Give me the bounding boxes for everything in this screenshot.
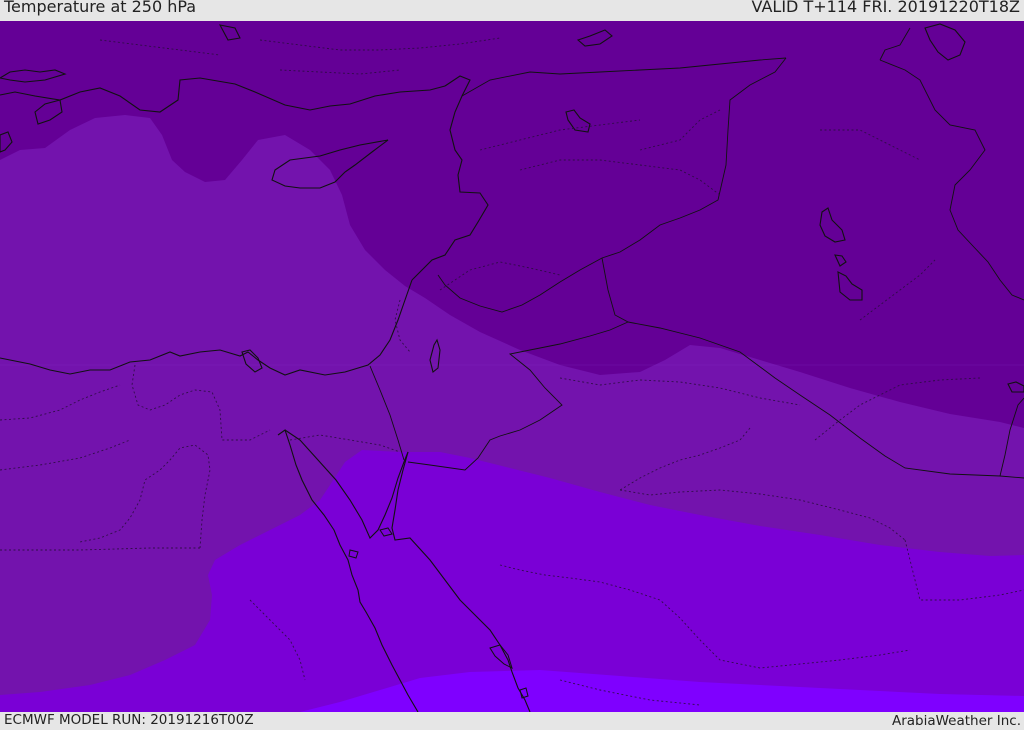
map-title: Temperature at 250 hPa bbox=[4, 0, 197, 16]
valid-time: VALID T+114 FRI. 20191220T18Z bbox=[751, 0, 1020, 16]
temperature-map[interactable] bbox=[0, 21, 1024, 712]
header-bar: Temperature at 250 hPa VALID T+114 FRI. … bbox=[0, 0, 1024, 21]
model-run: ECMWF MODEL RUN: 20191216T00Z bbox=[4, 712, 254, 728]
footer-bar: ECMWF MODEL RUN: 20191216T00Z ArabiaWeat… bbox=[0, 712, 1024, 729]
map-canvas bbox=[0, 21, 1024, 712]
brand-credit: ArabiaWeather Inc. bbox=[891, 713, 1021, 729]
